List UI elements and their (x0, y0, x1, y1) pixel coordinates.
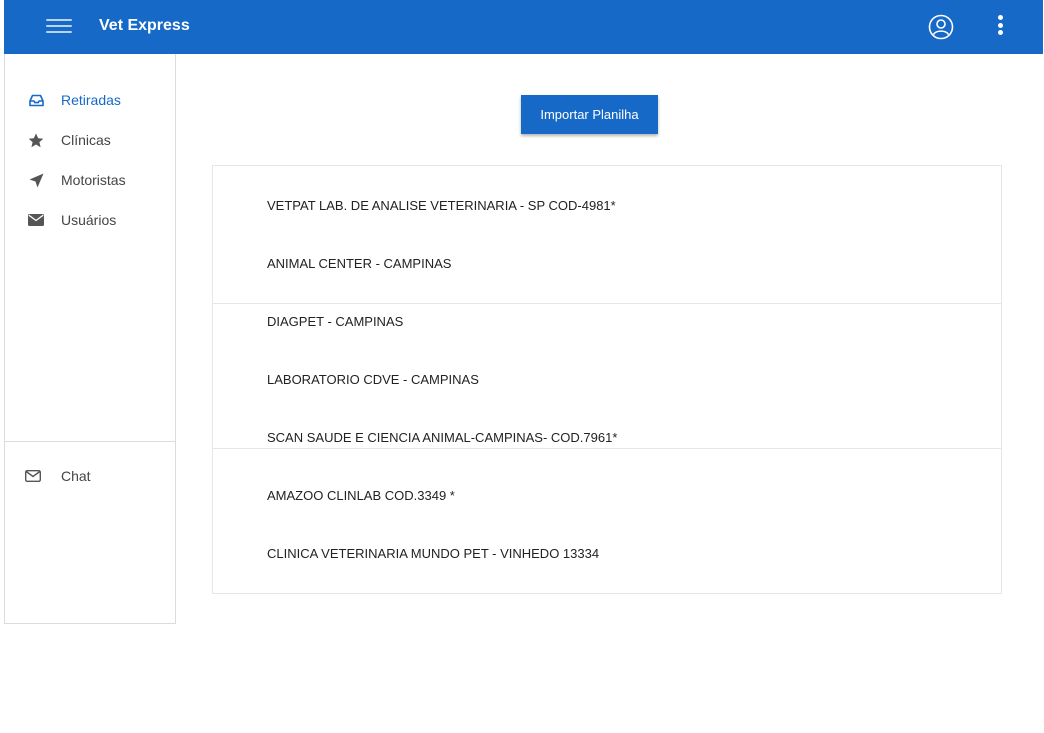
sidebar-item-usuarios[interactable]: Usuários (5, 200, 175, 240)
sidebar-divider (5, 441, 175, 442)
list-divider (213, 303, 1001, 304)
envelope-icon (27, 211, 45, 229)
sidebar-item-label: Chat (61, 468, 91, 484)
sidebar-item-motoristas[interactable]: Motoristas (5, 160, 175, 200)
list-item[interactable]: CLINICA VETERINARIA MUNDO PET - VINHEDO … (267, 546, 599, 561)
sidebar-nav: Retiradas Clínicas Motoristas Usuários (5, 80, 175, 240)
import-spreadsheet-button[interactable]: Importar Planilha (521, 95, 658, 134)
list-item[interactable]: SCAN SAUDE E CIENCIA ANIMAL-CAMPINAS- CO… (267, 430, 617, 445)
sidebar-item-label: Clínicas (61, 132, 111, 148)
list-item[interactable]: AMAZOO CLINLAB COD.3349 * (267, 488, 455, 503)
inbox-icon (27, 91, 45, 109)
list-item[interactable]: ANIMAL CENTER - CAMPINAS (267, 256, 451, 271)
list-item[interactable]: DIAGPET - CAMPINAS (267, 314, 403, 329)
sidebar: Retiradas Clínicas Motoristas Usuários C… (4, 54, 176, 624)
sidebar-item-label: Usuários (61, 212, 117, 228)
sidebar-item-chat[interactable]: Chat (5, 456, 175, 496)
top-app-bar: Vet Express (4, 0, 1043, 54)
star-icon (27, 131, 45, 149)
clinics-list-card: VETPAT LAB. DE ANALISE VETERINARIA - SP … (212, 165, 1002, 594)
envelope-outline-icon (24, 467, 42, 485)
user-account-icon[interactable] (928, 14, 954, 40)
menu-icon[interactable] (44, 15, 74, 39)
sidebar-item-label: Retiradas (61, 92, 121, 108)
sidebar-item-clinicas[interactable]: Clínicas (5, 120, 175, 160)
app-title: Vet Express (99, 17, 190, 34)
more-vert-icon[interactable] (994, 15, 1006, 39)
list-divider (213, 448, 1001, 449)
paper-plane-icon (27, 171, 45, 189)
sidebar-item-retiradas[interactable]: Retiradas (5, 80, 175, 120)
sidebar-item-label: Motoristas (61, 172, 126, 188)
list-item[interactable]: LABORATORIO CDVE - CAMPINAS (267, 372, 479, 387)
list-item[interactable]: VETPAT LAB. DE ANALISE VETERINARIA - SP … (267, 198, 616, 213)
main-content: Importar Planilha VETPAT LAB. DE ANALISE… (176, 54, 1044, 733)
